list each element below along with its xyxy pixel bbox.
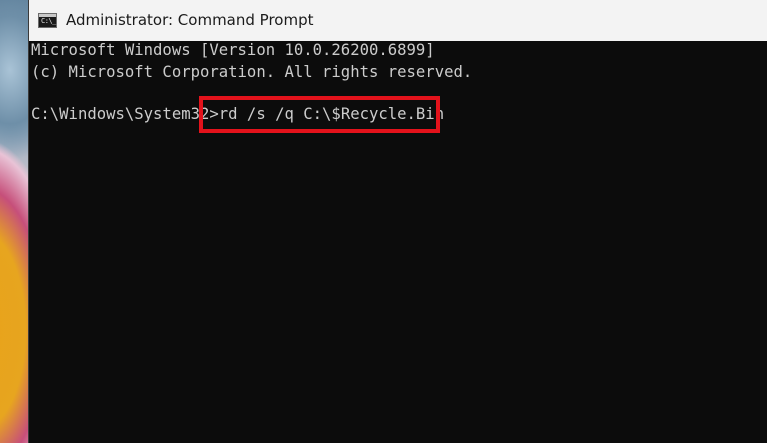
- console-command-text[interactable]: rd /s /q C:\$Recycle.Bin: [219, 105, 444, 123]
- console-command-line[interactable]: C:\Windows\System32>rd /s /q C:\$Recycle…: [31, 104, 444, 124]
- console-prompt: C:\Windows\System32>: [31, 105, 219, 123]
- console-version-line: Microsoft Windows [Version 10.0.26200.68…: [31, 41, 435, 59]
- command-prompt-window: C:\_ Administrator: Command Prompt Micro…: [28, 0, 767, 443]
- command-prompt-icon: C:\_: [38, 13, 57, 28]
- window-title: Administrator: Command Prompt: [66, 11, 314, 29]
- console-area[interactable]: Microsoft Windows [Version 10.0.26200.68…: [29, 41, 767, 443]
- title-bar[interactable]: C:\_ Administrator: Command Prompt: [29, 0, 767, 41]
- console-copyright-line: (c) Microsoft Corporation. All rights re…: [31, 63, 473, 81]
- command-prompt-icon-glyph: C:\_: [41, 17, 56, 25]
